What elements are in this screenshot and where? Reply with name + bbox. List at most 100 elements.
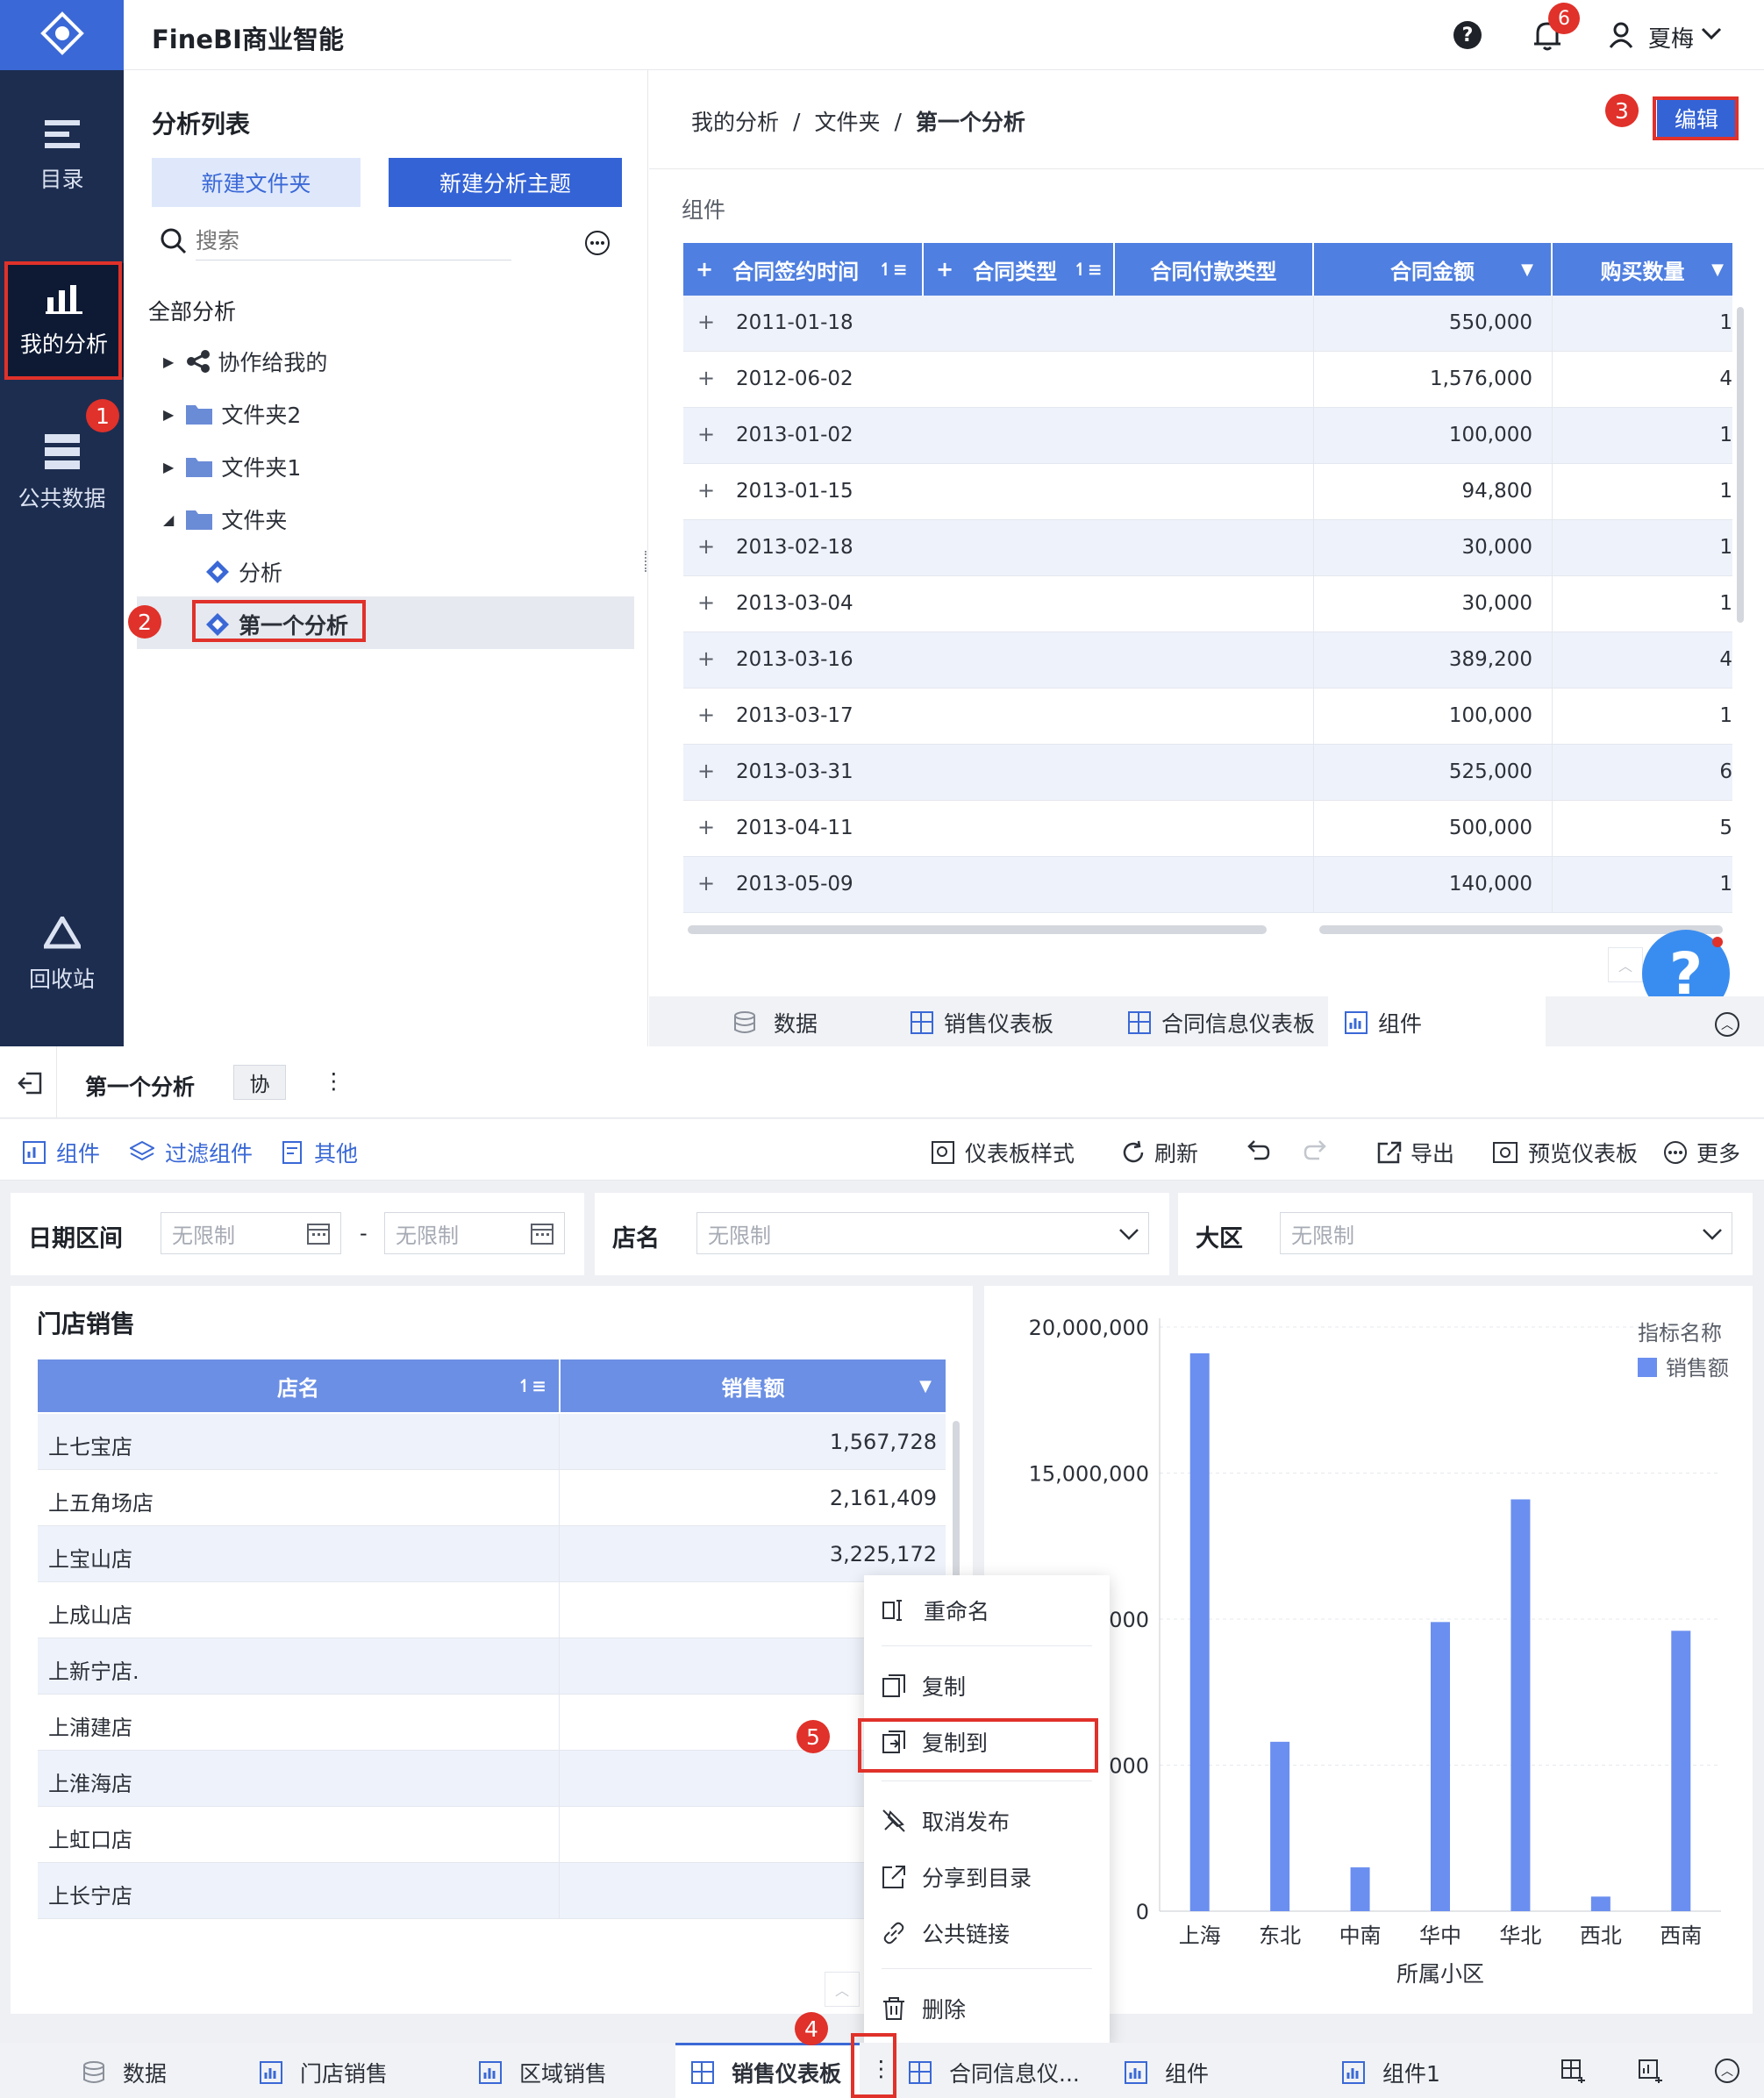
header-sign-time[interactable]: + 合同签约时间 ↿≡ (683, 243, 922, 296)
expand-icon[interactable]: + (697, 310, 715, 334)
menu-rename[interactable]: 重命名 (864, 1584, 1110, 1637)
chevron-down-icon[interactable] (1702, 1228, 1723, 1240)
table-row[interactable]: +2013-04-11 500,000 5 (683, 801, 1732, 857)
horizontal-scrollbar[interactable] (688, 925, 1267, 934)
tab-component1[interactable]: 组件1 (1342, 2057, 1440, 2088)
table-row[interactable]: +2013-03-31 525,000 6 (683, 745, 1732, 801)
expand-icon[interactable]: + (697, 703, 715, 727)
tab-data[interactable]: 数据 (82, 2057, 167, 2088)
tab-contract-dashboard[interactable]: 合同信息仪... (909, 2057, 1080, 2088)
region-select[interactable]: 无限制 (1280, 1212, 1732, 1254)
search-input[interactable] (196, 224, 511, 260)
tab-sales-dashboard[interactable]: 销售仪表板 (911, 1007, 1053, 1038)
tab-sales-dashboard[interactable]: 销售仪表板 (691, 2057, 841, 2088)
export-button[interactable]: 导出 (1377, 1137, 1454, 1168)
tab-store-sales[interactable]: 门店销售 (260, 2057, 388, 2088)
bar[interactable] (1510, 1499, 1531, 1911)
filter-component-button[interactable]: 过滤组件 (130, 1137, 253, 1168)
table-row[interactable]: +2013-03-04 30,000 1 (683, 576, 1732, 632)
tab-contract-dashboard[interactable]: 合同信息仪表板 (1128, 1007, 1315, 1038)
menu-share-catalog[interactable]: 分享到目录 (864, 1851, 1110, 1903)
collab-badge[interactable]: 协 (233, 1065, 286, 1100)
chevron-down-icon[interactable] (1701, 26, 1722, 40)
editor-more-icon[interactable]: ⋮ (323, 1068, 345, 1094)
bar[interactable] (1590, 1896, 1610, 1911)
table-row[interactable]: +2013-01-02 100,000 1 (683, 408, 1732, 464)
calendar-icon[interactable] (307, 1222, 330, 1245)
preview-button[interactable]: 预览仪表板 (1493, 1137, 1638, 1168)
redo-icon[interactable] (1303, 1138, 1328, 1161)
exit-icon[interactable] (18, 1072, 42, 1095)
table-row[interactable]: 上淮海店 (38, 1751, 946, 1807)
store-select[interactable]: 无限制 (696, 1212, 1149, 1254)
more-button[interactable]: 更多 (1663, 1137, 1740, 1168)
expand-icon[interactable]: + (697, 590, 715, 615)
table-row[interactable]: +2013-01-15 94,800 1 (683, 464, 1732, 520)
expand-icon[interactable]: + (697, 871, 715, 896)
help-icon[interactable]: ? (1453, 21, 1482, 49)
collapse-icon[interactable]: ︿ (1715, 2059, 1739, 2083)
expand-icon[interactable]: + (697, 646, 715, 671)
scroll-up-button[interactable]: ︿ (1608, 947, 1643, 982)
sidebar-item-public-data[interactable]: 公共数据 (0, 434, 124, 513)
dashboard-style-button[interactable]: 仪表板样式 (932, 1137, 1075, 1168)
more-circle-icon[interactable] (584, 230, 611, 256)
menu-unpublish[interactable]: 取消发布 (864, 1795, 1110, 1847)
table-row[interactable]: 上五角场店 2,161,409 (38, 1470, 946, 1526)
tab-component[interactable]: 组件 (1345, 1007, 1422, 1038)
tree-item-analysis[interactable]: 分析 (205, 556, 282, 588)
bar[interactable] (1671, 1631, 1691, 1911)
table-row[interactable]: +2013-05-09 140,000 1 (683, 857, 1732, 913)
header-contract-type[interactable]: + 合同类型 ↿≡ (924, 243, 1113, 296)
horizontal-scrollbar[interactable] (1319, 925, 1723, 934)
expand-icon[interactable]: + (697, 366, 715, 390)
refresh-button[interactable]: 刷新 (1121, 1137, 1198, 1168)
expand-icon[interactable]: + (697, 478, 715, 503)
new-folder-button[interactable]: 新建文件夹 (152, 158, 361, 207)
scroll-up-button[interactable]: ︿ (825, 1972, 860, 2007)
all-analysis-label[interactable]: 全部分析 (148, 295, 236, 326)
header-store-name[interactable]: 店名 ↿≡ (38, 1359, 559, 1412)
table-row[interactable]: 上长宁店1, (38, 1863, 946, 1919)
tab-data[interactable]: 数据 (733, 1007, 818, 1038)
header-quantity[interactable]: 购买数量 ▼ (1553, 243, 1732, 296)
chevron-down-icon[interactable] (1118, 1228, 1139, 1240)
expand-icon[interactable]: + (697, 759, 715, 783)
header-amount[interactable]: 合同金额 ▼ (1314, 243, 1551, 296)
tab-component[interactable]: 组件 (1125, 2057, 1209, 2088)
undo-icon[interactable] (1246, 1138, 1270, 1161)
table-row[interactable]: 上新宁店. (38, 1638, 946, 1695)
tree-item-folder[interactable]: ◢ 文件夹 (163, 503, 287, 535)
table-row[interactable]: +2011-01-18 550,000 1 (683, 296, 1732, 352)
table-row[interactable]: 上成山店2, (38, 1582, 946, 1638)
table-row[interactable]: 上虹口店2, (38, 1807, 946, 1863)
tree-item-folder2[interactable]: ▶ 文件夹2 (163, 398, 301, 430)
sidebar-item-recycle[interactable]: 回收站 (0, 917, 124, 994)
expand-icon[interactable]: + (697, 534, 715, 559)
menu-copy[interactable]: 复制 (864, 1659, 1110, 1712)
new-subject-button[interactable]: 新建分析主题 (389, 158, 622, 207)
bar[interactable] (1350, 1867, 1370, 1911)
header-payment-type[interactable]: 合同付款类型 (1115, 243, 1312, 296)
other-button[interactable]: 其他 (282, 1137, 358, 1168)
user-name[interactable]: 夏梅 (1648, 21, 1694, 54)
add-component-icon[interactable] (1639, 2059, 1663, 2084)
table-row[interactable]: 上宝山店 3,225,172 (38, 1526, 946, 1582)
vertical-scrollbar[interactable] (1737, 307, 1744, 623)
expand-icon[interactable]: + (697, 815, 715, 839)
sidebar-item-catalog[interactable]: 目录 (0, 118, 124, 194)
menu-public-link[interactable]: 公共链接 (864, 1907, 1110, 1959)
table-row[interactable]: 上七宝店 1,567,728 (38, 1414, 946, 1470)
header-sales[interactable]: 销售额 ▼ (561, 1359, 946, 1412)
add-dashboard-icon[interactable] (1561, 2059, 1586, 2084)
expand-icon[interactable]: + (697, 422, 715, 446)
calendar-icon[interactable] (531, 1222, 553, 1245)
table-row[interactable]: +2013-03-16 389,200 4 (683, 632, 1732, 689)
tree-item-shared[interactable]: ▶ 协作给我的 (163, 346, 327, 377)
table-row[interactable]: +2013-02-18 30,000 1 (683, 520, 1732, 576)
add-component-button[interactable]: 组件 (23, 1137, 100, 1168)
tree-item-folder1[interactable]: ▶ 文件夹1 (163, 451, 301, 482)
tab-region-sales[interactable]: 区域销售 (479, 2057, 607, 2088)
bar[interactable] (1270, 1741, 1290, 1911)
bar[interactable] (1189, 1352, 1210, 1911)
